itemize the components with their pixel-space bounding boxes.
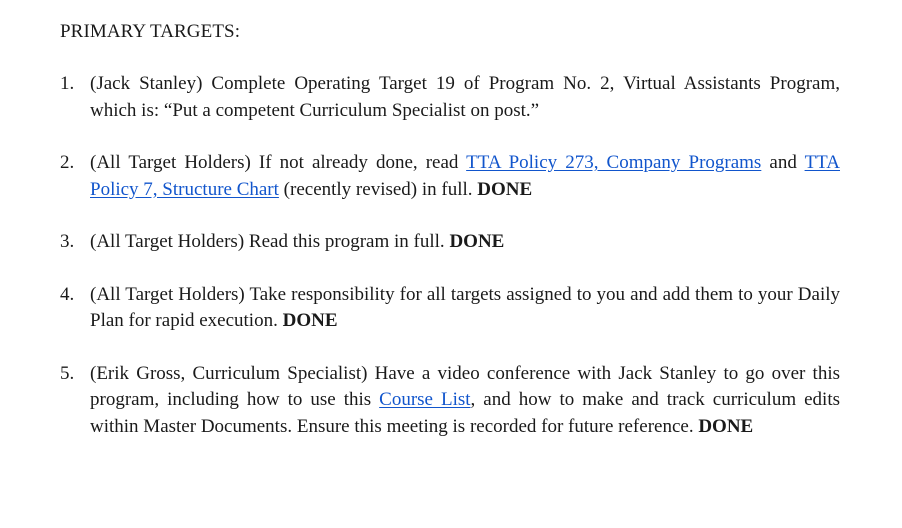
target-item-1: 1. (Jack Stanley) Complete Operating Tar…	[60, 71, 840, 124]
document-page: PRIMARY TARGETS: 1. (Jack Stanley) Compl…	[60, 18, 840, 466]
link-tta-policy-273[interactable]: TTA Policy 273, Company Programs	[466, 152, 761, 173]
target-item-5: 5. (Erik Gross, Curriculum Specialist) H…	[60, 361, 840, 441]
targets-list: 1. (Jack Stanley) Complete Operating Tar…	[60, 71, 840, 440]
link-course-list[interactable]: Course List	[379, 389, 470, 410]
target-text: Read this program in full.	[244, 231, 450, 252]
target-holder: (All Target Holders)	[90, 152, 251, 173]
target-text: If not already done, read	[250, 152, 467, 173]
item-number: 1.	[60, 73, 75, 94]
done-status: DONE	[477, 178, 533, 200]
target-item-4: 4. (All Target Holders) Take responsibil…	[60, 282, 840, 335]
target-text: (recently revised) in full.	[278, 178, 478, 200]
done-status: DONE	[449, 231, 505, 252]
done-status: DONE	[282, 310, 338, 331]
target-text: Complete Operating Target 19 of Program …	[90, 73, 840, 121]
target-item-3: 3. (All Target Holders) Read this progra…	[60, 229, 840, 256]
item-number: 3.	[60, 231, 75, 252]
done-status: DONE	[698, 415, 754, 437]
target-holder: (All Target Holders)	[90, 283, 245, 305]
item-number: 2.	[60, 152, 75, 173]
item-number: 5.	[60, 362, 75, 384]
target-holder: (Erik Gross, Curriculum Specialist)	[90, 362, 368, 384]
item-number: 4.	[60, 283, 75, 305]
target-item-2: 2. (All Target Holders) If not already d…	[60, 150, 840, 203]
target-holder: (All Target Holders)	[90, 231, 245, 252]
target-text: and	[761, 152, 805, 173]
section-heading: PRIMARY TARGETS:	[60, 21, 241, 42]
target-holder: (Jack Stanley)	[90, 73, 203, 94]
